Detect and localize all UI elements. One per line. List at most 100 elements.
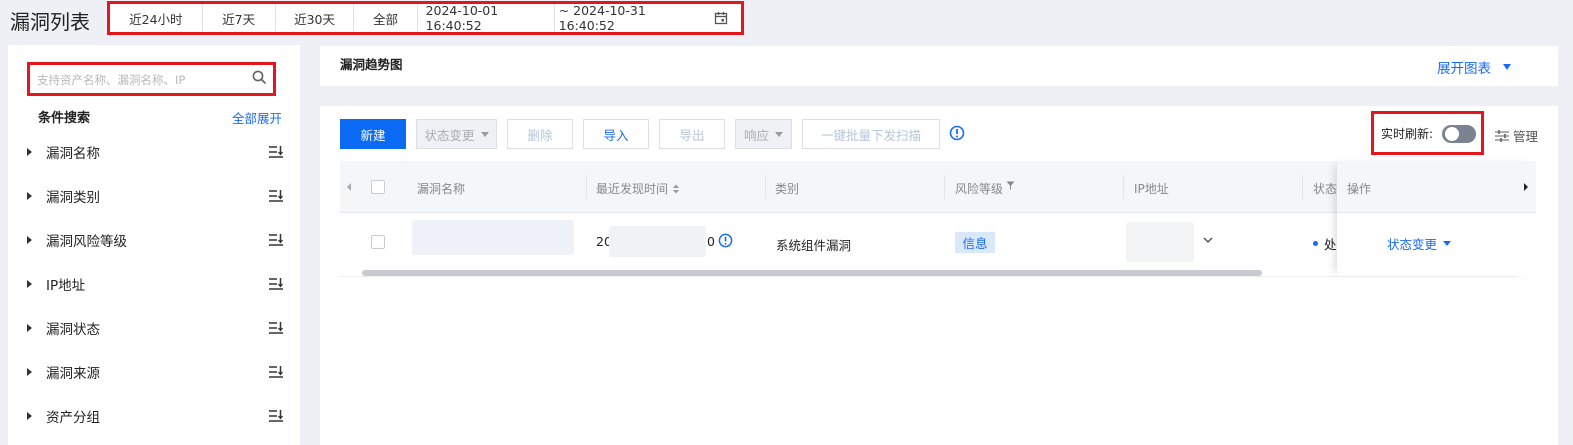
category-cell: 系统组件漏洞 [776,238,852,253]
sort-icon[interactable] [268,321,284,335]
col-header-recent-time-label: 最近发现时间 [596,182,669,196]
scroll-right-arrow-icon[interactable] [1523,182,1529,192]
col-header-risk-label: 风险等级 [955,182,1004,196]
import-button[interactable]: 导入 [583,119,649,149]
status-label: 处 [1324,237,1337,252]
ip-address-redacted [1126,222,1194,262]
range-7d-button[interactable]: 近7天 [203,4,276,32]
column-divider [586,175,587,199]
chevron-down-icon[interactable] [1203,237,1213,244]
caret-right-icon [27,192,32,200]
row-status-change-link[interactable]: 状态变更 [1387,234,1452,253]
status-change-label: 状态变更 [424,127,475,143]
col-header-actions: 操作 [1347,182,1372,196]
caret-right-icon [27,236,32,244]
info-icon[interactable] [949,125,965,145]
row-status-change-label: 状态变更 [1387,237,1438,252]
filter-vuln-category[interactable]: 漏洞类别 [24,184,284,208]
caret-down-icon [1503,64,1511,70]
realtime-refresh-toggle[interactable] [1442,125,1476,143]
delete-button[interactable]: 删除 [507,119,573,149]
status-dot [1313,241,1318,246]
caret-right-icon [27,324,32,332]
respond-dropdown[interactable]: 响应 [735,119,792,149]
caret-down-icon [1443,241,1452,246]
caret-right-icon [27,148,32,156]
sort-icon[interactable] [268,365,284,379]
caret-down-icon [480,131,489,137]
col-header-name: 漏洞名称 [417,182,466,196]
filter-label: 漏洞状态 [46,322,100,338]
search-box [27,62,276,96]
date-range-end[interactable]: ~ 2024-10-31 16:40:52 [555,3,702,33]
sort-arrows-icon[interactable] [672,184,680,194]
search-input[interactable] [35,68,254,92]
search-icon[interactable] [252,70,267,89]
settings-sliders-icon [1495,129,1509,142]
col-header-recent-time[interactable]: 最近发现时间 [596,180,680,197]
recent-time-suffix: 0 [707,234,715,249]
page-title: 漏洞列表 [10,10,90,34]
filter-vuln-source[interactable]: 漏洞来源 [24,360,284,384]
range-all-button[interactable]: 全部 [354,4,418,32]
status-change-dropdown[interactable]: 状态变更 [416,119,497,149]
sort-icon[interactable] [268,145,284,159]
manage-button[interactable]: 管理 [1495,126,1538,145]
risk-level-badge: 信息 [955,232,995,253]
condition-search-title: 条件搜索 [38,111,91,126]
filter-vuln-name[interactable]: 漏洞名称 [24,140,284,164]
date-range-start[interactable]: 2024-10-01 16:40:52 [418,3,555,33]
filter-label: 漏洞名称 [46,146,100,162]
col-header-ip: IP地址 [1134,182,1169,196]
horizontal-scrollbar[interactable] [362,270,1262,276]
calendar-icon[interactable] [702,4,741,32]
recent-time-redacted [609,226,706,257]
filter-label: IP地址 [46,278,86,294]
info-icon[interactable] [718,233,733,248]
filter-ip-address[interactable]: IP地址 [24,272,284,296]
expand-chart-label: 展开图表 [1437,61,1491,77]
column-divider [944,175,945,199]
export-button[interactable]: 导出 [659,119,725,149]
sort-icon[interactable] [268,189,284,203]
trend-panel [320,46,1558,86]
col-header-category: 类别 [775,182,800,196]
realtime-refresh-label: 实时刷新: [1381,127,1434,141]
range-30d-button[interactable]: 近30天 [276,4,355,32]
sort-icon[interactable] [268,409,284,423]
caret-right-icon [27,280,32,288]
filter-icon[interactable] [1006,181,1015,190]
time-range-selector: 近24小时 近7天 近30天 全部 2024-10-01 16:40:52 ~ … [107,1,744,35]
column-divider [765,175,766,199]
expand-chart-button[interactable]: 展开图表 [1437,57,1511,77]
caret-right-icon [27,412,32,420]
status-cell: 处 [1313,234,1337,253]
column-divider [1123,175,1124,199]
filter-label: 漏洞类别 [46,190,100,206]
sort-icon[interactable] [268,277,284,291]
vuln-name-redacted[interactable] [412,220,574,255]
toggle-knob [1445,127,1459,141]
row-checkbox[interactable] [371,235,385,249]
col-header-status: 状态 [1313,182,1337,196]
scroll-left-arrow-icon[interactable] [346,182,352,192]
filter-asset-group[interactable]: 资产分组 [24,404,284,428]
caret-right-icon [27,368,32,376]
caret-down-icon [775,131,783,137]
select-all-checkbox[interactable] [371,180,385,194]
trend-title: 漏洞趋势图 [340,57,403,72]
realtime-refresh-box: 实时刷新: [1371,111,1484,155]
col-header-risk[interactable]: 风险等级 [955,180,1015,197]
expand-all-link[interactable]: 全部展开 [232,108,282,127]
filter-label: 资产分组 [46,410,100,426]
batch-scan-button[interactable]: 一键批量下发扫描 [802,119,940,149]
filter-label: 漏洞风险等级 [46,234,127,250]
sort-icon[interactable] [268,233,284,247]
filter-vuln-status[interactable]: 漏洞状态 [24,316,284,340]
new-button[interactable]: 新建 [340,119,406,149]
range-24h-button[interactable]: 近24小时 [110,4,203,32]
filter-vuln-risk-level[interactable]: 漏洞风险等级 [24,228,284,252]
column-divider [1302,175,1303,199]
filter-label: 漏洞来源 [46,366,100,382]
manage-label: 管理 [1513,129,1539,144]
